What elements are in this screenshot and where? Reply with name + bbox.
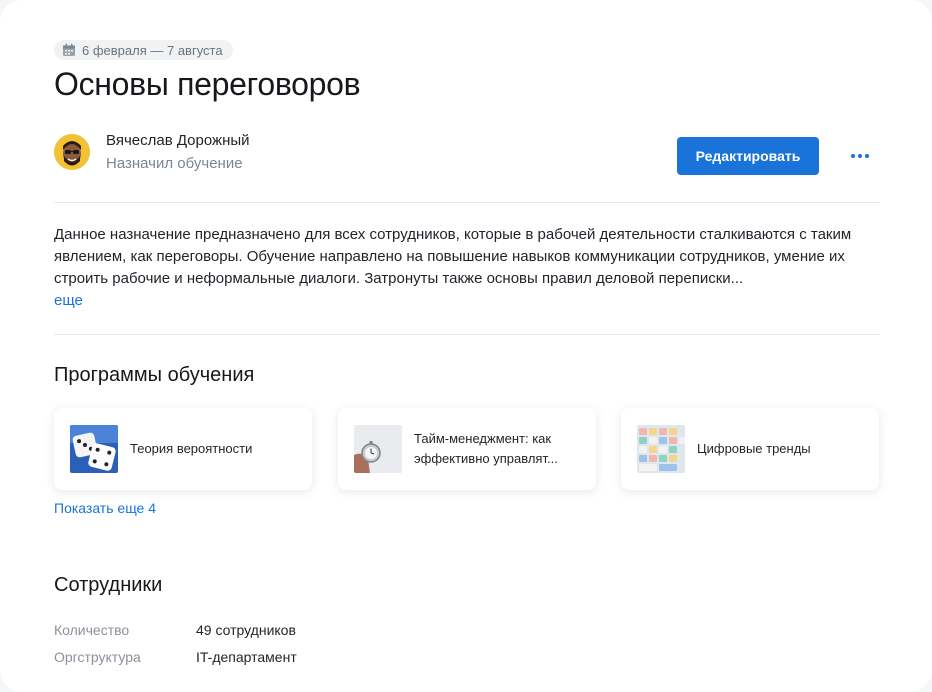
page-title: Основы переговоров bbox=[54, 66, 361, 102]
employees-count-row: Количество 49 сотрудников bbox=[54, 622, 296, 638]
show-more-programs-link[interactable]: Показать еще 4 bbox=[54, 500, 156, 516]
divider bbox=[54, 202, 880, 203]
more-dot bbox=[858, 154, 862, 158]
author-info: Вячеслав Дорожный Назначил обучение bbox=[106, 132, 250, 172]
program-title: Тайм-менеджмент: как эффективно управлят… bbox=[414, 431, 558, 466]
calendar-icon bbox=[63, 43, 75, 56]
author-name[interactable]: Вячеслав Дорожный bbox=[106, 132, 250, 149]
program-title: Теория вероятности bbox=[130, 441, 253, 456]
program-card[interactable]: Теория вероятности bbox=[54, 408, 312, 490]
row-value: 49 сотрудников bbox=[196, 622, 296, 638]
dice-image bbox=[70, 425, 118, 473]
row-value: IT-департамент bbox=[196, 649, 297, 665]
employees-orgstructure-row: Оргструктура IT-департамент bbox=[54, 649, 297, 665]
date-range-badge: 6 февраля — 7 августа bbox=[54, 40, 233, 60]
divider bbox=[54, 334, 880, 335]
avatar[interactable] bbox=[54, 134, 90, 170]
keyboard-image bbox=[637, 425, 685, 473]
row-label: Оргструктура bbox=[54, 649, 141, 665]
edit-button[interactable]: Редактировать bbox=[677, 137, 819, 175]
more-dot bbox=[865, 154, 869, 158]
date-range-text: 6 февраля — 7 августа bbox=[82, 42, 223, 58]
programs-section-title: Программы обучения bbox=[54, 364, 255, 386]
program-title: Цифровые тренды bbox=[697, 441, 811, 456]
more-options-button[interactable] bbox=[846, 146, 874, 166]
program-card[interactable]: Цифровые тренды bbox=[621, 408, 879, 490]
employees-section-title: Сотрудники bbox=[54, 574, 163, 596]
row-label: Количество bbox=[54, 622, 130, 638]
more-dot bbox=[851, 154, 855, 158]
author-role: Назначил обучение bbox=[106, 155, 243, 172]
author-block: Вячеслав Дорожный Назначил обучение bbox=[54, 132, 250, 172]
program-card[interactable]: Тайм-менеджмент: как эффективно управлят… bbox=[338, 408, 596, 490]
stopwatch-image bbox=[354, 425, 402, 473]
assignment-card: 6 февраля — 7 августа Основы переговоров… bbox=[0, 0, 932, 692]
description-text: Данное назначение предназначено для всех… bbox=[54, 226, 852, 287]
expand-description-link[interactable]: еще bbox=[54, 292, 83, 309]
